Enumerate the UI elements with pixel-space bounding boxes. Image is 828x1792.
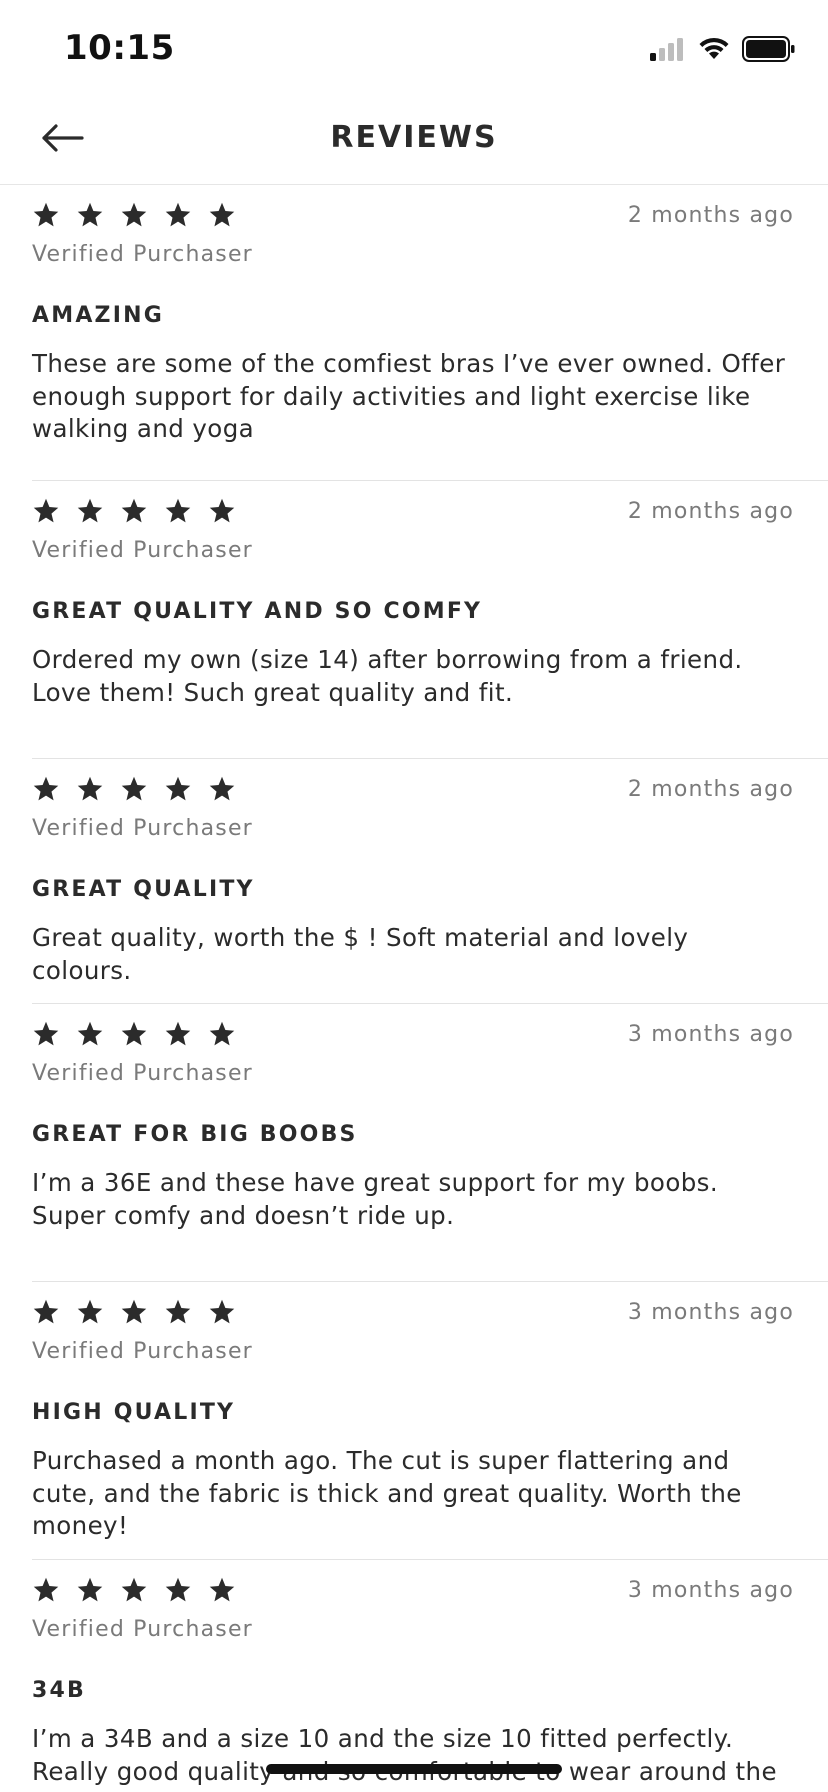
review-body: I’m a 34B and a size 10 and the size 10 … (32, 1724, 777, 1792)
battery-icon (742, 36, 795, 62)
review-body: Ordered my own (size 14) after borrowing… (32, 645, 743, 707)
star-icon (77, 1021, 103, 1046)
star-icon (121, 776, 147, 801)
review-date: 3 months ago (627, 1022, 794, 1047)
star-rating (32, 775, 236, 803)
star-icon (209, 498, 235, 523)
star-rating (32, 1576, 236, 1604)
review-date: 3 months ago (627, 1300, 794, 1325)
star-icon (121, 1021, 147, 1046)
verified-purchaser-label: Verified Purchaser (32, 1339, 253, 1364)
star-icon (209, 776, 235, 801)
star-icon (77, 202, 103, 227)
reviews-screen: 10:15 REVIEWS 2 months ago Verified Purc… (0, 0, 828, 1792)
wifi-icon (699, 37, 729, 59)
cellular-signal-icon (650, 38, 683, 61)
star-icon (209, 202, 235, 227)
star-icon (33, 202, 59, 227)
reviews-list[interactable]: 2 months ago Verified Purchaser AMAZING … (0, 185, 828, 1792)
verified-purchaser-label: Verified Purchaser (32, 538, 253, 563)
star-icon (33, 1577, 59, 1602)
review-title: GREAT QUALITY AND SO COMFY (32, 599, 483, 624)
star-icon (165, 776, 191, 801)
verified-purchaser-label: Verified Purchaser (32, 1061, 253, 1086)
review-date: 3 months ago (627, 1578, 794, 1603)
review-title: 34B (32, 1678, 86, 1703)
star-icon (77, 498, 103, 523)
page-title: REVIEWS (330, 120, 498, 155)
review-date: 2 months ago (627, 499, 794, 524)
review-body: I’m a 36E and these have great support f… (32, 1168, 719, 1230)
status-bar: 10:15 (0, 0, 828, 96)
review-title: GREAT FOR BIG BOOBS (32, 1122, 358, 1147)
star-rating (32, 1020, 236, 1048)
verified-purchaser-label: Verified Purchaser (32, 242, 253, 267)
status-time: 10:15 (64, 28, 175, 68)
star-rating (32, 1298, 236, 1326)
review-item: 3 months ago Verified Purchaser HIGH QUA… (32, 1282, 828, 1560)
status-icons (650, 36, 796, 62)
star-rating (32, 201, 236, 229)
review-body: Purchased a month ago. The cut is super … (32, 1446, 742, 1540)
star-icon (165, 498, 191, 523)
star-icon (121, 1299, 147, 1324)
star-icon (165, 1299, 191, 1324)
star-icon (33, 1021, 59, 1046)
verified-purchaser-label: Verified Purchaser (32, 816, 253, 841)
star-icon (165, 1577, 191, 1602)
review-date: 2 months ago (627, 203, 794, 228)
star-icon (33, 498, 59, 523)
review-item: 2 months ago Verified Purchaser GREAT QU… (32, 759, 828, 1004)
star-icon (165, 1021, 191, 1046)
star-icon (121, 202, 147, 227)
review-item: 2 months ago Verified Purchaser AMAZING … (32, 185, 828, 481)
verified-purchaser-label: Verified Purchaser (32, 1617, 253, 1642)
review-title: AMAZING (32, 303, 164, 328)
star-icon (209, 1577, 235, 1602)
home-indicator (266, 1764, 562, 1774)
review-body: Great quality, worth the $ ! Soft materi… (32, 923, 689, 985)
star-icon (165, 202, 191, 227)
star-icon (121, 498, 147, 523)
review-title: HIGH QUALITY (32, 1400, 236, 1425)
star-icon (77, 776, 103, 801)
review-title: GREAT QUALITY (32, 877, 255, 902)
review-item: 2 months ago Verified Purchaser GREAT QU… (32, 481, 828, 759)
star-icon (209, 1299, 235, 1324)
star-rating (32, 497, 236, 525)
star-icon (33, 1299, 59, 1324)
review-item: 3 months ago Verified Purchaser GREAT FO… (32, 1004, 828, 1282)
header-bar: REVIEWS (0, 96, 828, 185)
review-item: 3 months ago Verified Purchaser 34B I’m … (32, 1560, 828, 1792)
star-icon (209, 1021, 235, 1046)
star-icon (77, 1577, 103, 1602)
star-icon (77, 1299, 103, 1324)
star-icon (121, 1577, 147, 1602)
review-body: These are some of the comfiest bras I’ve… (32, 349, 786, 443)
star-icon (33, 776, 59, 801)
review-date: 2 months ago (627, 777, 794, 802)
